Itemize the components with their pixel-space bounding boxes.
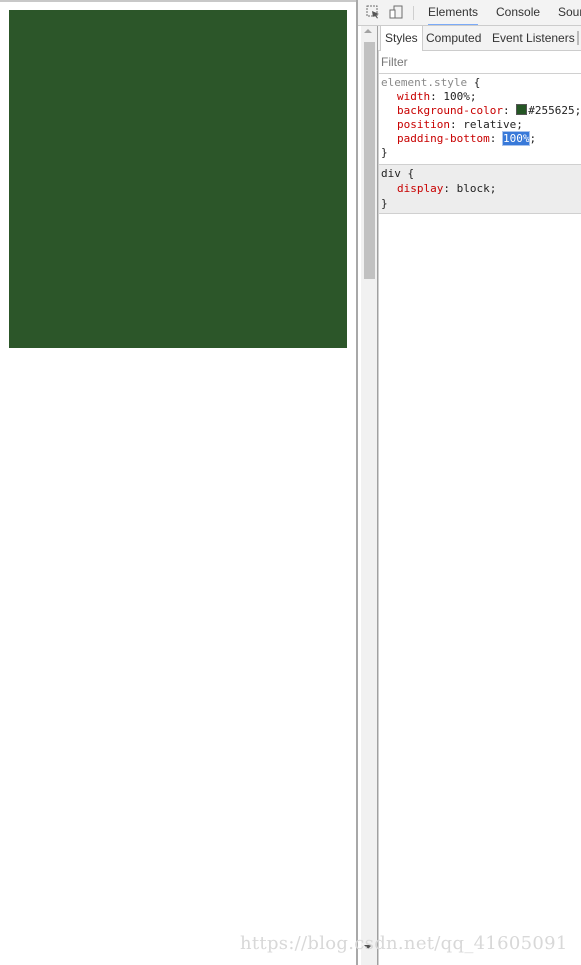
rule-selector: div — [381, 167, 401, 180]
declaration-background-color[interactable]: background-color: #255625; — [397, 104, 581, 118]
property-name: display — [397, 182, 444, 195]
styles-pane: Filter element.style { width: 100%; back… — [378, 51, 581, 965]
tab-computed[interactable]: Computed — [426, 26, 481, 50]
property-value: block; — [456, 182, 497, 195]
style-rule-div: div { display: block; } — [379, 164, 581, 214]
tab-separator — [577, 31, 579, 45]
tab-console[interactable]: Console — [496, 0, 540, 25]
rule-selector-line: div { — [381, 167, 414, 181]
styles-scrollbar[interactable] — [361, 26, 378, 965]
green-square-div[interactable] — [9, 10, 347, 348]
property-value[interactable]: relative; — [463, 118, 523, 131]
rule-selector: element.style — [381, 76, 468, 89]
inspect-element-icon[interactable] — [366, 5, 380, 19]
color-swatch-icon[interactable] — [516, 104, 528, 115]
property-value[interactable]: 100%; — [443, 90, 476, 103]
devtools-toolbar: Elements Console Sour — [358, 0, 581, 26]
tab-styles[interactable]: Styles — [380, 26, 423, 51]
tab-sources[interactable]: Sour — [558, 0, 581, 25]
rule-close-brace: } — [381, 146, 388, 159]
declaration-position[interactable]: position: relative; — [397, 118, 523, 132]
page-viewport — [0, 2, 356, 965]
style-rule-element-style: element.style { width: 100%; background-… — [379, 73, 581, 164]
sidebar-tabs: Styles Computed Event Listeners — [378, 26, 581, 51]
property-name[interactable]: position — [397, 118, 450, 131]
scroll-up-arrow-icon[interactable] — [364, 29, 372, 33]
toolbar-divider — [413, 6, 414, 20]
tab-event-listeners[interactable]: Event Listeners — [492, 26, 575, 50]
property-name[interactable]: width — [397, 90, 430, 103]
tab-elements[interactable]: Elements — [428, 0, 479, 25]
property-name[interactable]: padding-bottom — [397, 132, 490, 145]
rule-selector-line: element.style { — [381, 76, 480, 90]
property-value[interactable]: #255625; — [528, 104, 581, 117]
scrollbar-thumb[interactable] — [364, 42, 375, 279]
property-value-editing[interactable]: 100% — [501, 131, 531, 146]
rule-open-brace: { — [473, 76, 481, 89]
watermark-text: https://blog.csdn.net/qq_41605091 — [240, 933, 568, 954]
filter-input[interactable]: Filter — [379, 51, 581, 73]
declaration-width[interactable]: width: 100%; — [397, 90, 477, 104]
device-mode-icon[interactable] — [389, 5, 403, 19]
rule-open-brace: { — [407, 167, 415, 180]
rule-close-brace: } — [381, 197, 388, 210]
devtools-panel: Elements Console Sour Styles Computed Ev… — [358, 0, 581, 965]
property-name[interactable]: background-color — [397, 104, 503, 117]
property-suffix: ; — [529, 132, 537, 145]
declaration-padding-bottom[interactable]: padding-bottom: 100%; — [397, 131, 537, 146]
declaration-display: display: block; — [397, 182, 497, 195]
